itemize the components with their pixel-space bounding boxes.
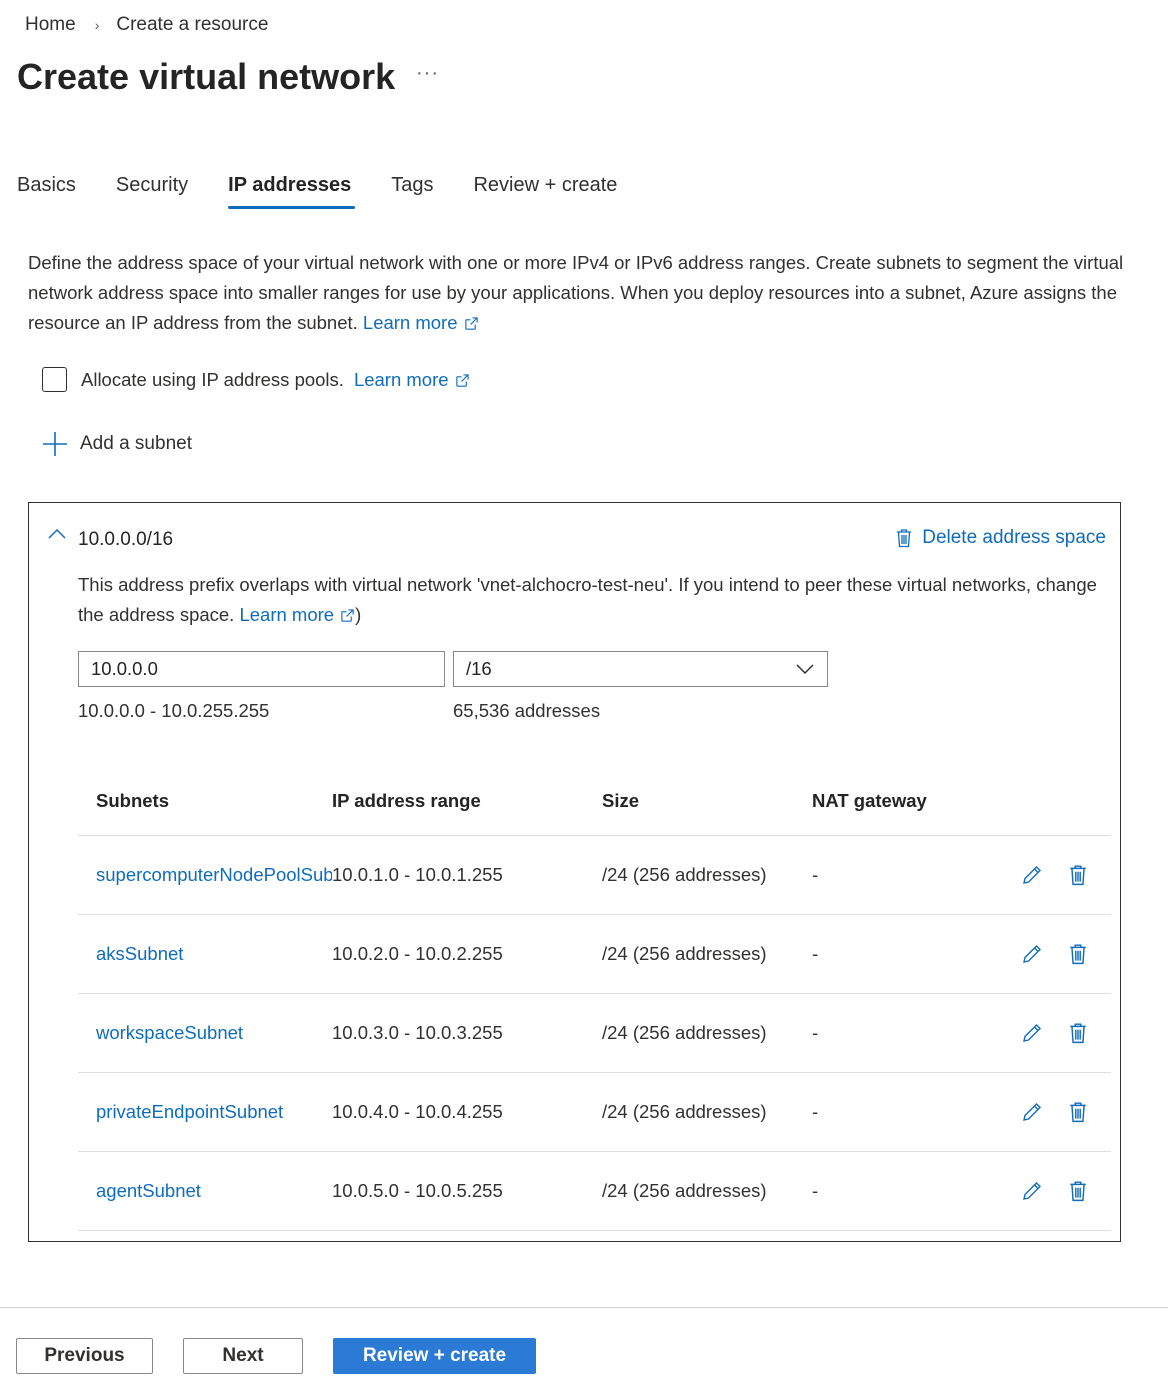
prefix-length-select[interactable]: /16 (453, 651, 828, 687)
edit-icon[interactable] (1021, 864, 1043, 886)
chevron-up-icon[interactable] (47, 527, 67, 541)
header-subnets: Subnets (96, 790, 169, 811)
subnet-size: /24 (256 addresses) (602, 1022, 767, 1043)
header-size: Size (602, 790, 640, 811)
subnet-nat: - (812, 943, 819, 964)
trash-icon (897, 529, 912, 548)
trash-icon[interactable] (1069, 864, 1087, 886)
page-title: Create virtual network (17, 56, 396, 97)
subnet-size: /24 (256 addresses) (602, 864, 767, 885)
review-create-button[interactable]: Review + create (333, 1338, 536, 1374)
overlap-learn-more-link[interactable]: Learn more (239, 604, 355, 625)
table-row: privateEndpointSubnet 10.0.4.0 - 10.0.4.… (78, 1073, 1111, 1152)
subnet-size: /24 (256 addresses) (602, 1180, 767, 1201)
external-link-icon (341, 609, 354, 622)
address-input[interactable]: 10.0.0.0 (78, 651, 445, 687)
prefix-length-value: /16 (466, 658, 492, 679)
trash-icon[interactable] (1069, 1022, 1087, 1044)
ip-pools-option: Allocate using IP address pools. Learn m… (42, 367, 470, 392)
subnet-name-link[interactable]: supercomputerNodePoolSubnet (96, 864, 332, 885)
header-nat-gateway: NAT gateway (812, 790, 927, 811)
subnet-nat: - (812, 864, 819, 885)
subnet-name-link[interactable]: aksSubnet (96, 943, 183, 964)
next-button[interactable]: Next (183, 1338, 303, 1374)
footer-divider (0, 1307, 1168, 1308)
edit-icon[interactable] (1021, 1180, 1043, 1202)
plus-icon (43, 432, 67, 456)
address-range-text: 10.0.0.0 - 10.0.255.255 (78, 700, 270, 721)
learn-more-link[interactable]: Learn more (363, 312, 479, 333)
wizard-tabs: Basics Security IP addresses Tags Review… (17, 174, 657, 209)
address-count-text: 65,536 addresses (453, 700, 601, 721)
breadcrumb: Home › Create a resource (25, 14, 268, 36)
external-link-icon (455, 373, 469, 387)
edit-icon[interactable] (1021, 1101, 1043, 1123)
subnet-range: 10.0.2.0 - 10.0.2.255 (332, 943, 503, 964)
table-header: Subnets IP address range Size NAT gatewa… (78, 767, 1111, 836)
breadcrumb-create-resource-link[interactable]: Create a resource (116, 14, 268, 36)
subnets-table: Subnets IP address range Size NAT gatewa… (78, 767, 1111, 1231)
delete-address-space-button[interactable]: Delete address space (896, 527, 1106, 549)
subnet-nat: - (812, 1022, 819, 1043)
more-options-icon[interactable]: ··· (416, 62, 439, 85)
subnet-name-link[interactable]: workspaceSubnet (96, 1022, 243, 1043)
address-space-prefix: 10.0.0.0/16 (78, 529, 174, 550)
subnet-size: /24 (256 addresses) (602, 943, 767, 964)
tab-ip-addresses[interactable]: IP addresses (228, 174, 356, 209)
tab-security[interactable]: Security (116, 174, 188, 209)
chevron-right-icon: › (94, 17, 100, 33)
subnet-range: 10.0.3.0 - 10.0.3.255 (332, 1022, 503, 1043)
tab-review-create[interactable]: Review + create (473, 174, 617, 209)
subnet-range: 10.0.5.0 - 10.0.5.255 (332, 1180, 503, 1201)
edit-icon[interactable] (1021, 943, 1043, 965)
page-description: Define the address space of your virtual… (28, 248, 1128, 338)
header-ip-range: IP address range (332, 790, 481, 811)
subnet-range: 10.0.1.0 - 10.0.1.255 (332, 864, 503, 885)
ip-pools-learn-more-link[interactable]: Learn more (354, 369, 470, 391)
subnet-name-link[interactable]: privateEndpointSubnet (96, 1101, 283, 1122)
external-link-icon (464, 317, 478, 330)
table-row: workspaceSubnet 10.0.3.0 - 10.0.3.255 /2… (78, 994, 1111, 1073)
address-space-panel: 10.0.0.0/16 Delete address space This ad… (28, 502, 1121, 1242)
trash-icon[interactable] (1069, 943, 1087, 965)
overlap-warning: This address prefix overlaps with virtua… (78, 574, 1097, 625)
subnet-name-link[interactable]: agentSubnet (96, 1180, 201, 1201)
add-subnet-label: Add a subnet (80, 433, 192, 454)
breadcrumb-home-link[interactable]: Home (25, 14, 76, 36)
ip-pools-label: Allocate using IP address pools. (81, 368, 344, 390)
tab-basics[interactable]: Basics (17, 174, 76, 209)
subnet-nat: - (812, 1180, 819, 1201)
subnet-size: /24 (256 addresses) (602, 1101, 767, 1122)
subnet-nat: - (812, 1101, 819, 1122)
description-text: Define the address space of your virtual… (28, 252, 1124, 333)
subnet-range: 10.0.4.0 - 10.0.4.255 (332, 1101, 503, 1122)
previous-button[interactable]: Previous (16, 1338, 153, 1374)
ip-pools-checkbox[interactable] (42, 367, 67, 392)
add-subnet-button[interactable]: Add a subnet (42, 431, 192, 457)
trash-icon[interactable] (1069, 1180, 1087, 1202)
chevron-down-icon (796, 664, 814, 675)
tab-tags[interactable]: Tags (391, 174, 433, 209)
trash-icon[interactable] (1069, 1101, 1087, 1123)
table-row: supercomputerNodePoolSubnet 10.0.1.0 - 1… (78, 836, 1111, 915)
edit-icon[interactable] (1021, 1022, 1043, 1044)
table-row: aksSubnet 10.0.2.0 - 10.0.2.255 /24 (256… (78, 915, 1111, 994)
table-row: agentSubnet 10.0.5.0 - 10.0.5.255 /24 (2… (78, 1152, 1111, 1231)
